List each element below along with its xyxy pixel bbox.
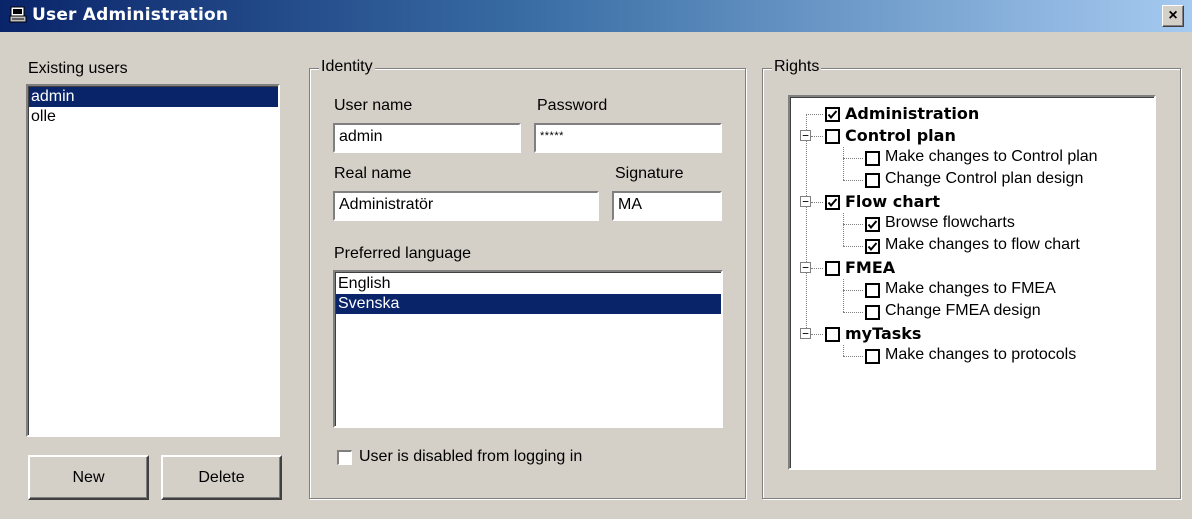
- tree-connector: [843, 147, 844, 180]
- checkbox-icon[interactable]: [825, 261, 840, 276]
- user-list-item[interactable]: olle: [28, 107, 278, 127]
- rights-child-label: Make changes to flow chart: [885, 236, 1080, 253]
- password-field[interactable]: *****: [534, 123, 722, 153]
- language-list[interactable]: English Svenska: [333, 270, 723, 428]
- rights-child-label: Make changes to Control plan: [885, 148, 1098, 165]
- tree-connector: [843, 345, 844, 356]
- user-list-item[interactable]: admin: [28, 87, 278, 107]
- realname-label: Real name: [334, 165, 412, 182]
- rights-child-label: Make changes to protocols: [885, 346, 1077, 363]
- rights-node-label: Administration: [845, 104, 980, 123]
- user-administration-window: User Administration × Existing users adm…: [0, 0, 1192, 519]
- existing-users-label: Existing users: [28, 60, 128, 77]
- checkbox-icon[interactable]: [825, 129, 840, 144]
- tree-connector: [843, 246, 863, 247]
- rights-node-label: FMEA: [845, 258, 896, 277]
- user-admin-icon: [9, 6, 27, 23]
- checkbox-icon[interactable]: [865, 173, 880, 188]
- rights-legend: Rights: [772, 58, 822, 76]
- rights-node-label: myTasks: [845, 324, 922, 343]
- checked-checkbox-icon[interactable]: [865, 239, 880, 254]
- tree-connector: [843, 224, 863, 225]
- tree-connector: [806, 114, 823, 115]
- language-label: Preferred language: [334, 245, 471, 262]
- title-bar[interactable]: User Administration ×: [0, 0, 1192, 32]
- collapse-icon[interactable]: −: [800, 262, 811, 273]
- checked-checkbox-icon[interactable]: [865, 217, 880, 232]
- tree-connector: [843, 158, 863, 159]
- signature-label: Signature: [615, 165, 684, 182]
- checkbox-icon[interactable]: [865, 151, 880, 166]
- checkbox-icon[interactable]: [865, 283, 880, 298]
- username-label: User name: [334, 97, 413, 114]
- close-icon: ×: [1168, 7, 1178, 24]
- checkbox-icon[interactable]: [865, 305, 880, 320]
- tree-connector: [843, 312, 863, 313]
- new-button[interactable]: New: [28, 455, 149, 500]
- tree-connector: [843, 290, 863, 291]
- collapse-icon[interactable]: −: [800, 196, 811, 207]
- realname-field[interactable]: Administratör: [333, 191, 599, 221]
- tree-connector: [811, 202, 823, 203]
- identity-legend: Identity: [319, 58, 375, 76]
- delete-button[interactable]: Delete: [161, 455, 282, 500]
- checkbox-icon[interactable]: [865, 349, 880, 364]
- tree-connector: [811, 268, 823, 269]
- new-button-label: New: [72, 469, 105, 486]
- username-field[interactable]: admin: [333, 123, 521, 153]
- tree-connector: [806, 114, 807, 334]
- language-list-item[interactable]: Svenska: [335, 294, 721, 314]
- rights-tree[interactable]: Administration − Control plan Make changes …: [788, 95, 1156, 470]
- tree-connector: [843, 180, 863, 181]
- rights-child-label: Make changes to FMEA: [885, 280, 1056, 297]
- tree-connector: [811, 334, 823, 335]
- rights-node-label: Flow chart: [845, 192, 940, 211]
- window-title: User Administration: [32, 5, 229, 25]
- checkbox-icon[interactable]: [825, 327, 840, 342]
- rights-child-label: Change FMEA design: [885, 302, 1041, 319]
- close-button[interactable]: ×: [1162, 5, 1184, 27]
- checked-checkbox-icon[interactable]: [825, 195, 840, 210]
- disabled-label: User is disabled from logging in: [359, 448, 583, 465]
- signature-field[interactable]: MA: [612, 191, 722, 221]
- tree-connector: [843, 356, 863, 357]
- rights-node-label: Control plan: [845, 126, 956, 145]
- collapse-icon[interactable]: −: [800, 130, 811, 141]
- disabled-checkbox[interactable]: [337, 450, 352, 465]
- rights-child-label: Change Control plan design: [885, 170, 1084, 187]
- language-list-item[interactable]: English: [335, 274, 721, 294]
- tree-connector: [843, 279, 844, 312]
- checked-checkbox-icon[interactable]: [825, 107, 840, 122]
- collapse-icon[interactable]: −: [800, 328, 811, 339]
- password-label: Password: [537, 97, 608, 114]
- users-list[interactable]: admin olle: [26, 84, 280, 437]
- delete-button-label: Delete: [198, 469, 245, 486]
- rights-child-label: Browse flowcharts: [885, 214, 1015, 231]
- tree-connector: [843, 213, 844, 246]
- tree-connector: [811, 136, 823, 137]
